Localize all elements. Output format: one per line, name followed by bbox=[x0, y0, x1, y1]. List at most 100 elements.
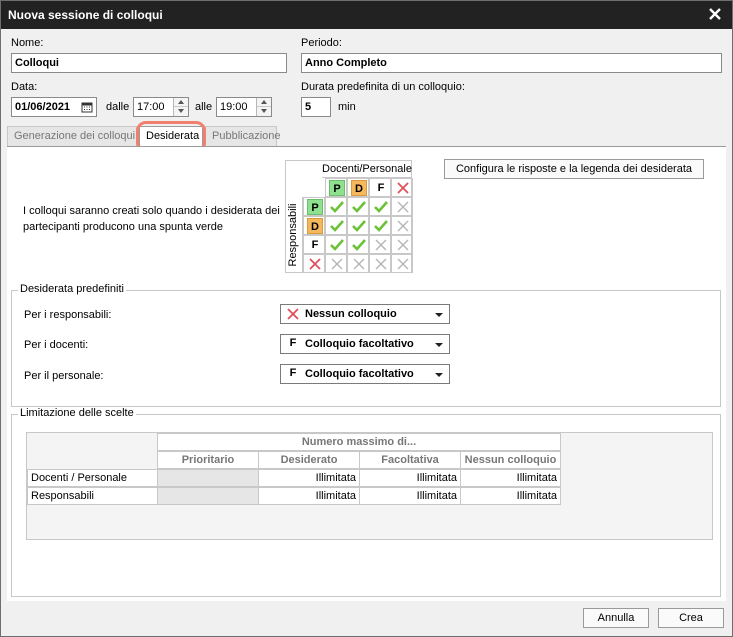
matrix-cell bbox=[347, 197, 369, 216]
limits-cell[interactable]: Illimitata bbox=[359, 487, 461, 505]
letter-d-badge: D bbox=[307, 218, 323, 234]
desiderata-description: I colloqui saranno creati solo quando i … bbox=[23, 205, 280, 233]
tab-desiderata[interactable]: Desiderata bbox=[139, 126, 203, 147]
limits-cell bbox=[157, 469, 259, 487]
limits-col-desiderato: Desiderato bbox=[258, 451, 360, 469]
matrix-cell bbox=[347, 235, 369, 254]
limits-fieldset: Limitazione delle scelte Numero massimo … bbox=[11, 407, 721, 597]
default-label-docenti: Per i docenti: bbox=[24, 339, 89, 351]
matrix-row-letter bbox=[303, 254, 325, 273]
spin-up-icon[interactable] bbox=[257, 98, 271, 107]
chevron-down-icon bbox=[435, 343, 443, 347]
matrix-cell bbox=[369, 254, 391, 273]
check-icon bbox=[330, 201, 344, 213]
from-time-input[interactable]: 17:00 bbox=[133, 97, 189, 117]
default-label-responsabili: Per i responsabili: bbox=[24, 309, 112, 321]
matrix-row-letter: F bbox=[303, 235, 325, 254]
tab-generazione[interactable]: Generazione dei colloqui bbox=[7, 126, 137, 146]
defaults-legend: Desiderata predefiniti bbox=[18, 283, 126, 295]
check-icon bbox=[374, 220, 388, 232]
matrix-col-letter: F bbox=[369, 178, 391, 197]
limits-col-nessun: Nessun colloquio bbox=[460, 451, 561, 469]
matrix-cell bbox=[391, 216, 413, 235]
limits-cell[interactable]: Illimitata bbox=[460, 487, 561, 505]
matrix-cell bbox=[369, 197, 391, 216]
limits-group-header: Numero massimo di... bbox=[157, 433, 561, 451]
cross-icon bbox=[397, 258, 409, 270]
chevron-down-icon bbox=[435, 313, 443, 317]
letter-d-badge: D bbox=[351, 180, 367, 196]
matrix-row-letter: P bbox=[303, 197, 325, 216]
default-select-responsabili[interactable]: Nessun colloquio bbox=[280, 304, 450, 324]
matrix-cell bbox=[347, 254, 369, 273]
configure-desiderata-button[interactable]: Configura le risposte e la legenda dei d… bbox=[444, 159, 704, 179]
cross-icon bbox=[309, 258, 321, 270]
duration-input[interactable]: 5 bbox=[301, 97, 331, 117]
default-label-personale: Per il personale: bbox=[24, 370, 104, 382]
cancel-button[interactable]: Annulla bbox=[583, 608, 649, 628]
matrix-cell bbox=[325, 216, 347, 235]
matrix-cell bbox=[391, 197, 413, 216]
dialog-title: Nuova sessione di colloqui bbox=[8, 8, 163, 22]
matrix-cell bbox=[347, 216, 369, 235]
spin-down-icon[interactable] bbox=[174, 107, 188, 116]
to-time-spinner bbox=[256, 98, 271, 116]
matrix-col-letter bbox=[391, 178, 413, 197]
check-icon bbox=[330, 220, 344, 232]
check-icon bbox=[352, 201, 366, 213]
spin-down-icon[interactable] bbox=[257, 107, 271, 116]
check-icon bbox=[352, 239, 366, 251]
default-value-responsabili: Nessun colloquio bbox=[305, 308, 397, 320]
limits-cell[interactable]: Illimitata bbox=[359, 469, 461, 487]
to-label: alle bbox=[195, 101, 213, 113]
to-time-value: 19:00 bbox=[220, 101, 248, 113]
default-select-personale[interactable]: F Colloquio facoltativo bbox=[280, 364, 450, 384]
create-button[interactable]: Crea bbox=[658, 608, 724, 628]
from-time-spinner bbox=[173, 98, 188, 116]
matrix-cell bbox=[391, 254, 413, 273]
limits-col-prioritario: Prioritario bbox=[157, 451, 259, 469]
date-input[interactable]: 01/06/2021 bbox=[11, 97, 97, 117]
duration-unit: min bbox=[338, 101, 356, 113]
calendar-icon[interactable] bbox=[81, 101, 93, 113]
matrix-cell bbox=[369, 235, 391, 254]
tab-pubblicazione[interactable]: Pubblicazione bbox=[205, 126, 281, 146]
matrix-col-letter: D bbox=[347, 178, 369, 197]
letter-f-badge: F bbox=[311, 239, 319, 251]
close-icon[interactable] bbox=[706, 5, 724, 23]
cross-icon bbox=[375, 239, 387, 251]
matrix-cell bbox=[325, 235, 347, 254]
cross-icon bbox=[397, 220, 409, 232]
matrix-row-header: Responsabili bbox=[287, 203, 299, 267]
limits-cell[interactable]: Illimitata bbox=[460, 469, 561, 487]
default-select-docenti[interactable]: F Colloquio facoltativo bbox=[280, 334, 450, 354]
from-label: dalle bbox=[106, 101, 130, 113]
period-input[interactable]: Anno Completo bbox=[301, 53, 722, 73]
matrix-cell bbox=[325, 254, 347, 273]
limits-legend: Limitazione delle scelte bbox=[18, 407, 136, 419]
limits-cell[interactable]: Illimitata bbox=[258, 487, 360, 505]
letter-f-icon: F bbox=[289, 337, 297, 349]
matrix-row-letter: D bbox=[303, 216, 325, 235]
dialog-window: Nuova sessione di colloqui Nome: Colloqu… bbox=[0, 0, 733, 637]
date-label: Data: bbox=[11, 81, 38, 93]
date-value: 01/06/2021 bbox=[15, 101, 71, 113]
name-input[interactable]: Colloqui bbox=[11, 53, 287, 73]
from-time-value: 17:00 bbox=[137, 101, 165, 113]
matrix-col-letter: P bbox=[325, 178, 347, 197]
limits-row-label: Responsabili bbox=[27, 487, 158, 505]
name-label: Nome: bbox=[11, 37, 44, 49]
duration-label: Durata predefinita di un colloquio: bbox=[301, 81, 465, 93]
matrix-cell bbox=[369, 216, 391, 235]
limits-row-label: Docenti / Personale bbox=[27, 469, 158, 487]
cross-icon bbox=[397, 201, 409, 213]
letter-p-badge: P bbox=[307, 199, 323, 215]
spin-up-icon[interactable] bbox=[174, 98, 188, 107]
check-icon bbox=[330, 239, 344, 251]
chevron-down-icon bbox=[435, 373, 443, 377]
default-value-personale: Colloquio facoltativo bbox=[305, 368, 414, 380]
to-time-input[interactable]: 19:00 bbox=[216, 97, 272, 117]
cross-icon bbox=[397, 182, 409, 194]
letter-f-badge: F bbox=[377, 182, 385, 194]
limits-cell[interactable]: Illimitata bbox=[258, 469, 360, 487]
